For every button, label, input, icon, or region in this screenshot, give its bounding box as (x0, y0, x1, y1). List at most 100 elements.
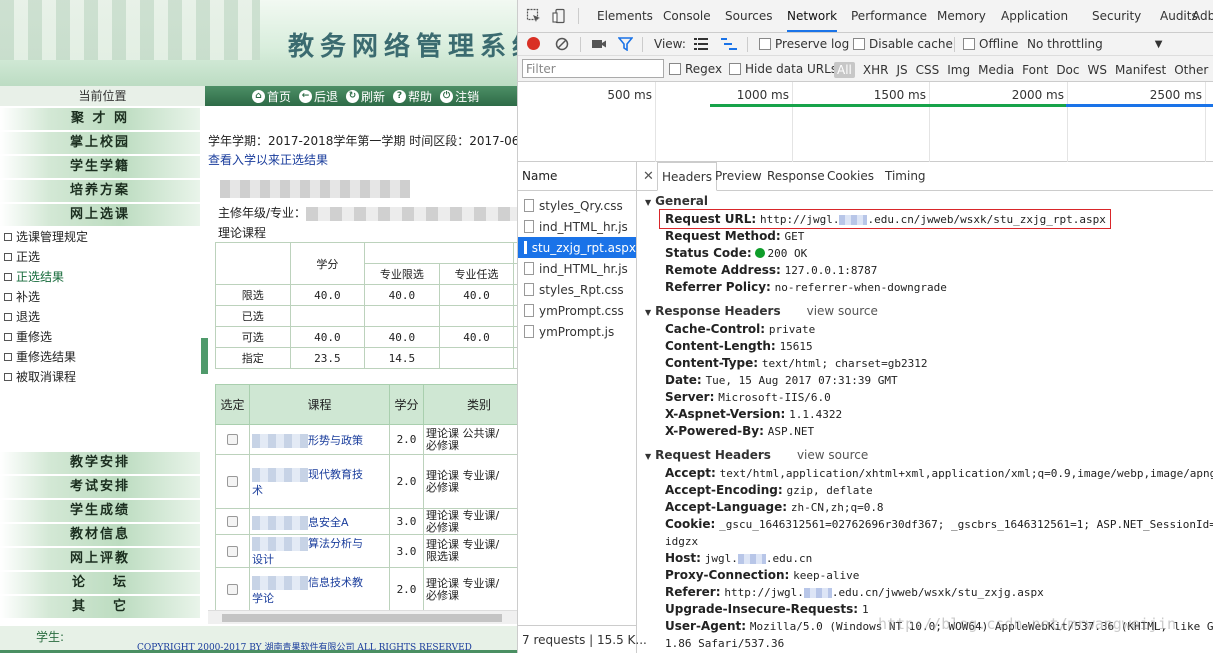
inspect-element-icon[interactable] (526, 8, 542, 24)
course-name[interactable]: 息安全A (308, 516, 349, 529)
detail-tab-headers[interactable]: Headers (657, 162, 717, 191)
filter-input[interactable] (522, 59, 664, 78)
detail-tab-timing[interactable]: Timing (881, 162, 930, 191)
devtools-tab-console[interactable]: Console (663, 0, 711, 32)
regex-checkbox[interactable]: Regex (669, 62, 722, 76)
throttling-select[interactable]: No throttling ▼ (1027, 37, 1162, 51)
sidebar-menu-bottom-5[interactable]: 论 坛 (0, 572, 200, 594)
sidebar-menu-bottom-4[interactable]: 网上评教 (0, 548, 200, 570)
submenu-item-4[interactable]: 退选 (4, 307, 200, 327)
submenu-item-5[interactable]: 重修选 (4, 327, 200, 347)
response-headers-section[interactable]: ▼ Response Headers view source (645, 304, 878, 318)
course-select-checkbox[interactable] (227, 434, 238, 445)
disable-cache-box[interactable] (853, 38, 865, 50)
preserve-log-box[interactable] (759, 38, 771, 50)
hide-data-urls-box[interactable] (729, 63, 741, 75)
submenu-item-1[interactable]: 正选 (4, 247, 200, 267)
sidebar-menu-bottom-0[interactable]: 教学安排 (0, 452, 200, 474)
type-filter-font[interactable]: Font (1022, 63, 1048, 77)
type-filter-manifest[interactable]: Manifest (1115, 63, 1166, 77)
request-item[interactable]: styles_Rpt.css (518, 279, 636, 300)
course-name[interactable]: 现代教育技 (308, 468, 363, 481)
filter-funnel-icon[interactable] (618, 37, 633, 51)
nav-link-2[interactable]: ↻ 刷新 (346, 88, 385, 105)
type-filter-js[interactable]: JS (896, 63, 907, 77)
course-name[interactable]: 信息技术教 (308, 576, 363, 589)
disable-cache-checkbox[interactable]: Disable cache (853, 37, 953, 51)
type-filter-img[interactable]: Img (947, 63, 970, 77)
response-view-source-link[interactable]: view source (807, 304, 878, 318)
preserve-log-checkbox[interactable]: Preserve log (759, 37, 849, 51)
regex-box[interactable] (669, 63, 681, 75)
type-filter-other[interactable]: Other (1174, 63, 1208, 77)
general-section[interactable]: ▼ General (645, 194, 708, 208)
submenu-item-2[interactable]: 正选结果 (4, 267, 200, 287)
type-filter-all[interactable]: All (834, 62, 855, 78)
sidebar-menu-3[interactable]: 培养方案 (0, 180, 200, 202)
request-item[interactable]: stu_zxjg_rpt.aspx (518, 237, 636, 258)
offline-box[interactable] (963, 38, 975, 50)
nav-link-3[interactable]: ? 帮助 (393, 88, 432, 105)
type-filter-media[interactable]: Media (978, 63, 1014, 77)
type-filter-doc[interactable]: Doc (1056, 63, 1079, 77)
request-item[interactable]: ind_HTML_hr.js (518, 258, 636, 279)
devtools-tab-performance[interactable]: Performance (851, 0, 927, 32)
course-name[interactable]: 算法分析与 (308, 537, 363, 550)
type-filter-ws[interactable]: WS (1088, 63, 1107, 77)
devtools-tab-elements[interactable]: Elements (597, 0, 653, 32)
close-detail-icon[interactable]: ✕ (643, 169, 654, 184)
type-filter-xhr[interactable]: XHR (863, 63, 889, 77)
request-item[interactable]: ind_HTML_hr.js (518, 216, 636, 237)
devtools-tab-memory[interactable]: Memory (937, 0, 986, 32)
sidebar-menu-bottom-3[interactable]: 教材信息 (0, 524, 200, 546)
hide-data-urls-checkbox[interactable]: Hide data URLs (729, 62, 837, 76)
detail-tab-response[interactable]: Response (763, 162, 829, 191)
course-name-cont[interactable]: 术 (252, 484, 263, 497)
large-rows-icon[interactable] (694, 38, 708, 50)
type-filter-css[interactable]: CSS (916, 63, 940, 77)
sidebar-menu-1[interactable]: 掌上校园 (0, 132, 200, 154)
nav-link-1[interactable]: ← 后退 (299, 88, 338, 105)
sidebar-menu-bottom-1[interactable]: 考试安排 (0, 476, 200, 498)
request-item[interactable]: ymPrompt.css (518, 300, 636, 321)
sidebar-menu-4[interactable]: 网上选课 (0, 204, 200, 226)
request-view-source-link[interactable]: view source (797, 448, 868, 462)
sidebar-menu-2[interactable]: 学生学籍 (0, 156, 200, 178)
course-name-cont[interactable]: 学论 (252, 592, 274, 605)
course-select-checkbox[interactable] (227, 476, 238, 487)
course-select-checkbox[interactable] (227, 584, 238, 595)
record-icon[interactable] (527, 37, 540, 50)
course-select-checkbox[interactable] (227, 545, 238, 557)
detail-tab-cookies[interactable]: Cookies (823, 162, 878, 191)
sidebar-menu-0[interactable]: 聚 才 网 (0, 108, 200, 130)
offline-checkbox[interactable]: Offline (963, 37, 1018, 51)
clear-icon[interactable] (555, 37, 569, 51)
sidebar-menu-bottom-2[interactable]: 学生成绩 (0, 500, 200, 522)
submenu-item-6[interactable]: 重修选结果 (4, 347, 200, 367)
waterfall-overview-icon[interactable] (721, 38, 737, 50)
submenu-item-7[interactable]: 被取消课程 (4, 367, 200, 387)
submenu-item-0[interactable]: 选课管理规定 (4, 227, 200, 247)
sidebar-menu-bottom-6[interactable]: 其 它 (0, 596, 200, 618)
device-toolbar-icon[interactable] (552, 8, 568, 24)
submenu-item-3[interactable]: 补选 (4, 287, 200, 307)
scrollbar-thumb[interactable] (222, 614, 502, 622)
nav-link-0[interactable]: ⌂ 首页 (252, 88, 291, 105)
request-headers-section[interactable]: ▼ Request Headers view source (645, 448, 868, 462)
devtools-tab-sources[interactable]: Sources (725, 0, 772, 32)
course-name[interactable]: 形势与政策 (308, 434, 363, 447)
request-item[interactable]: ymPrompt.js (518, 321, 636, 342)
devtools-tab-application[interactable]: Application (1001, 0, 1068, 32)
devtools-tab-security[interactable]: Security (1092, 0, 1141, 32)
content-horizontal-scrollbar[interactable] (208, 610, 517, 624)
request-item[interactable]: styles_Qry.css (518, 195, 636, 216)
detail-tab-preview[interactable]: Preview (711, 162, 766, 191)
course-select-checkbox[interactable] (227, 516, 238, 527)
devtools-tab-adb[interactable]: Adb (1192, 0, 1213, 32)
devtools-tab-network[interactable]: Network (787, 0, 838, 32)
nav-link-4[interactable]: ⏻ 注销 (440, 88, 479, 105)
sidebar-collapse-handle[interactable] (201, 338, 208, 374)
course-name-cont[interactable]: 设计 (252, 553, 274, 566)
screenshot-camera-icon[interactable] (591, 37, 607, 51)
view-all-results-link[interactable]: 查看入学以来正选结果 (208, 151, 328, 168)
